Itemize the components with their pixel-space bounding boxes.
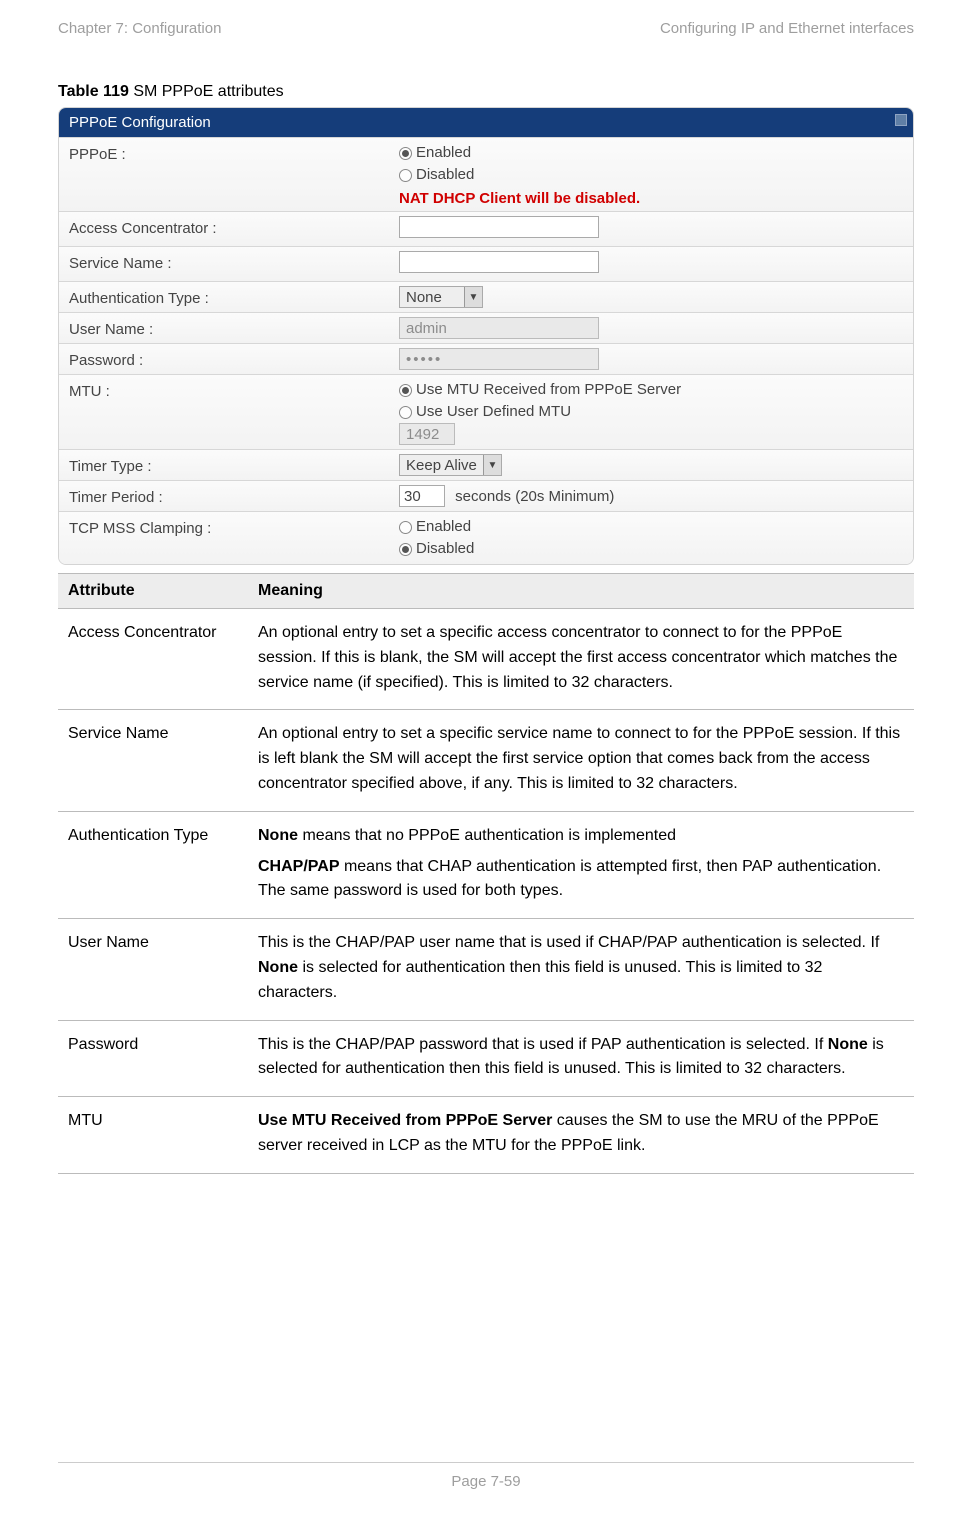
cell-meaning: An optional entry to set a specific serv… <box>248 710 914 811</box>
radio-label-clamp-enabled: Enabled <box>416 516 471 538</box>
label-password: Password : <box>69 348 399 369</box>
table-row: Service Name An optional entry to set a … <box>58 710 914 811</box>
text: means that CHAP authentication is attemp… <box>258 858 881 900</box>
row-username: User Name : admin <box>59 312 913 343</box>
label-ac: Access Concentrator : <box>69 216 399 237</box>
label-tcp-mss: TCP MSS Clamping : <box>69 516 399 537</box>
bold-none: None <box>258 827 298 844</box>
radio-label-mtu-user: Use User Defined MTU <box>416 401 571 423</box>
cell-attr: MTU <box>58 1097 248 1174</box>
table-row: Access Concentrator An optional entry to… <box>58 609 914 710</box>
text: This is the CHAP/PAP password that is us… <box>258 1036 828 1053</box>
table-row: Password This is the CHAP/PAP password t… <box>58 1020 914 1097</box>
row-mtu: MTU : Use MTU Received from PPPoE Server… <box>59 374 913 449</box>
chevron-down-icon: ▼ <box>464 287 482 307</box>
radio-pppoe-disabled[interactable] <box>399 169 412 182</box>
cell-meaning: Use MTU Received from PPPoE Server cause… <box>248 1097 914 1174</box>
chevron-down-icon: ▼ <box>483 455 501 475</box>
label-username: User Name : <box>69 317 399 338</box>
chapter-label: Chapter 7: Configuration <box>58 20 221 37</box>
th-meaning: Meaning <box>248 574 914 609</box>
page-footer: Page 7-59 <box>58 1462 914 1490</box>
radio-mtu-server[interactable] <box>399 384 412 397</box>
bold-none: None <box>258 959 298 976</box>
select-auth-value: None <box>400 289 464 306</box>
radio-label-clamp-disabled: Disabled <box>416 538 474 560</box>
input-password[interactable]: ••••• <box>399 348 599 370</box>
cell-attr: Password <box>58 1020 248 1097</box>
panel-collapse-icon[interactable] <box>895 114 907 126</box>
pppoe-warning: NAT DHCP Client will be disabled. <box>399 190 903 207</box>
label-timer-period: Timer Period : <box>69 485 399 506</box>
row-access-concentrator: Access Concentrator : <box>59 211 913 246</box>
radio-label-mtu-server: Use MTU Received from PPPoE Server <box>416 379 681 401</box>
table-row: MTU Use MTU Received from PPPoE Server c… <box>58 1097 914 1174</box>
table-caption: Table 119 SM PPPoE attributes <box>58 83 914 101</box>
table-row: Authentication Type None means that no P… <box>58 811 914 918</box>
cell-attr: Service Name <box>58 710 248 811</box>
input-service-name[interactable] <box>399 251 599 273</box>
cell-meaning: This is the CHAP/PAP password that is us… <box>248 1020 914 1097</box>
input-timer-period[interactable]: 30 <box>399 485 445 507</box>
caption-prefix: Table 119 <box>58 83 133 100</box>
cell-meaning: An optional entry to set a specific acce… <box>248 609 914 710</box>
row-timer-period: Timer Period : 30 seconds (20s Minimum) <box>59 480 913 511</box>
bold-none: None <box>828 1036 868 1053</box>
page-header: Chapter 7: Configuration Configuring IP … <box>58 20 914 37</box>
label-auth: Authentication Type : <box>69 286 399 307</box>
select-timer-type[interactable]: Keep Alive ▼ <box>399 454 502 476</box>
text: means that no PPPoE authentication is im… <box>298 827 676 844</box>
section-label: Configuring IP and Ethernet interfaces <box>660 20 914 37</box>
cell-attr: User Name <box>58 919 248 1020</box>
radio-label-enabled: Enabled <box>416 142 471 164</box>
label-mtu: MTU : <box>69 379 399 400</box>
input-username[interactable]: admin <box>399 317 599 339</box>
table-row: User Name This is the CHAP/PAP user name… <box>58 919 914 1020</box>
label-service: Service Name : <box>69 251 399 272</box>
panel-title: PPPoE Configuration <box>69 114 211 131</box>
row-auth-type: Authentication Type : None ▼ <box>59 281 913 312</box>
input-mtu-value[interactable]: 1492 <box>399 423 455 445</box>
attributes-table: Attribute Meaning Access Concentrator An… <box>58 573 914 1174</box>
select-auth-type[interactable]: None ▼ <box>399 286 483 308</box>
text: is selected for authentication then this… <box>258 959 822 1001</box>
row-password: Password : ••••• <box>59 343 913 374</box>
panel-title-bar: PPPoE Configuration <box>59 108 913 137</box>
timer-period-suffix: seconds (20s Minimum) <box>455 488 614 505</box>
text: This is the CHAP/PAP user name that is u… <box>258 934 879 951</box>
caption-title: SM PPPoE attributes <box>133 83 283 100</box>
cell-attr: Access Concentrator <box>58 609 248 710</box>
cell-meaning: This is the CHAP/PAP user name that is u… <box>248 919 914 1020</box>
label-pppoe: PPPoE : <box>69 142 399 163</box>
config-panel: PPPoE Configuration PPPoE : Enabled Disa… <box>58 107 914 565</box>
cell-attr: Authentication Type <box>58 811 248 918</box>
radio-label-disabled: Disabled <box>416 164 474 186</box>
radio-mtu-user[interactable] <box>399 406 412 419</box>
bold-mtu: Use MTU Received from PPPoE Server <box>258 1112 552 1129</box>
th-attribute: Attribute <box>58 574 248 609</box>
label-timer-type: Timer Type : <box>69 454 399 475</box>
row-tcp-mss: TCP MSS Clamping : Enabled Disabled <box>59 511 913 564</box>
row-timer-type: Timer Type : Keep Alive ▼ <box>59 449 913 480</box>
radio-clamp-disabled[interactable] <box>399 543 412 556</box>
select-timer-value: Keep Alive <box>400 457 483 474</box>
radio-clamp-enabled[interactable] <box>399 521 412 534</box>
cell-meaning: None means that no PPPoE authentication … <box>248 811 914 918</box>
input-access-concentrator[interactable] <box>399 216 599 238</box>
row-pppoe: PPPoE : Enabled Disabled NAT DHCP Client… <box>59 137 913 211</box>
row-service-name: Service Name : <box>59 246 913 281</box>
radio-pppoe-enabled[interactable] <box>399 147 412 160</box>
bold-chap-pap: CHAP/PAP <box>258 858 340 875</box>
